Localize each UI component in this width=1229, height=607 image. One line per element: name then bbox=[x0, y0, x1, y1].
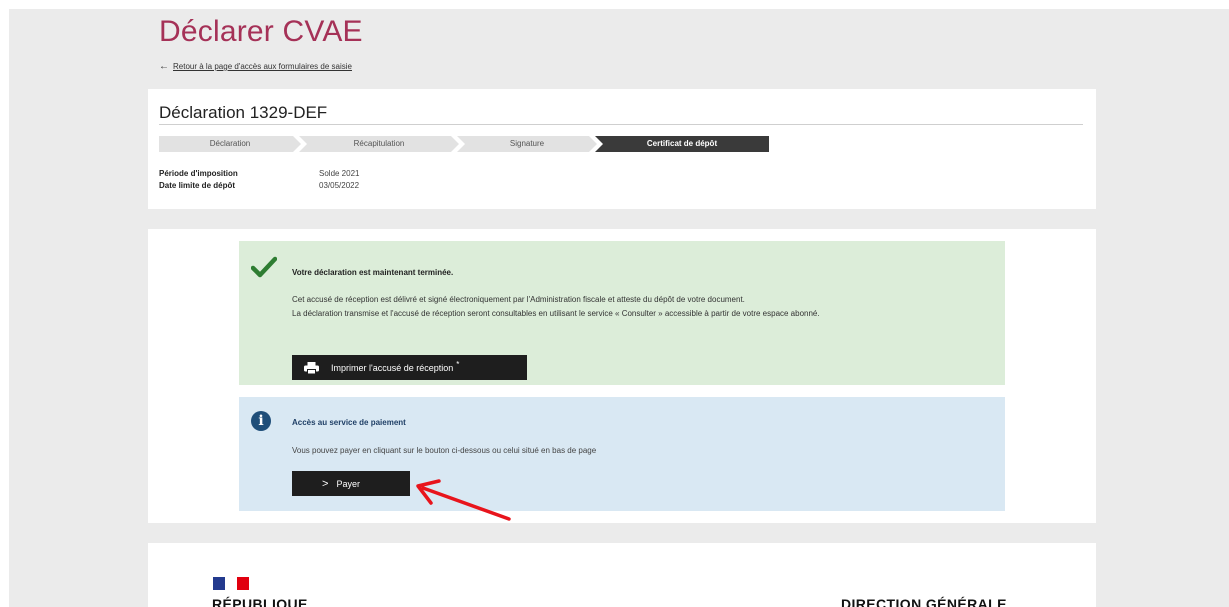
payment-info-panel: i Accès au service de paiement Vous pouv… bbox=[239, 397, 1005, 511]
meta-value-date-limite: 03/05/2022 bbox=[319, 181, 360, 190]
print-receipt-button[interactable]: Imprimer l'accusé de réception * bbox=[292, 355, 527, 380]
stepper: Déclaration Récapitulation Signature Cer… bbox=[159, 136, 769, 152]
printer-icon bbox=[304, 361, 319, 374]
title-divider bbox=[159, 124, 1083, 125]
back-link[interactable]: ← Retour à la page d'accès aux formulaire… bbox=[159, 61, 352, 72]
meta-value-periode: Solde 2021 bbox=[319, 169, 360, 178]
back-link-label[interactable]: Retour à la page d'accès aux formulaires… bbox=[173, 62, 352, 71]
info-icon: i bbox=[251, 411, 271, 431]
republique-text: RÉPUBLIQUE bbox=[212, 596, 308, 607]
check-icon bbox=[251, 256, 277, 278]
step-signature: Signature bbox=[457, 136, 597, 152]
meta-label-date-limite: Date limite de dépôt bbox=[159, 181, 236, 190]
declaration-card: Déclaration 1329-DEF Déclaration Récapit… bbox=[148, 89, 1096, 209]
declaration-title: Déclaration 1329-DEF bbox=[159, 103, 328, 122]
page-canvas: Déclarer CVAE ← Retour à la page d'accès … bbox=[9, 9, 1229, 607]
pay-button[interactable]: > Payer bbox=[292, 471, 410, 496]
required-mark: * bbox=[456, 360, 460, 369]
payment-title: Accès au service de paiement bbox=[292, 418, 406, 427]
page-title: Déclarer CVAE bbox=[159, 15, 363, 48]
arrow-left-icon: ← bbox=[159, 61, 169, 72]
step-certificat-de-depot: Certificat de dépôt bbox=[595, 136, 769, 152]
success-message: Cet accusé de réception est délivré et s… bbox=[292, 293, 992, 321]
step-recapitulation: Récapitulation bbox=[299, 136, 459, 152]
footer-card: RÉPUBLIQUE DIRECTION GÉNÉRALE bbox=[148, 543, 1096, 607]
success-title: Votre déclaration est maintenant terminé… bbox=[292, 268, 454, 277]
pay-button-label: Payer bbox=[336, 478, 360, 489]
success-panel: Votre déclaration est maintenant terminé… bbox=[239, 241, 1005, 385]
step-declaration: Déclaration bbox=[159, 136, 301, 152]
meta-label-periode: Période d'imposition bbox=[159, 169, 238, 178]
marianne-logo bbox=[213, 577, 249, 590]
success-line-1: Cet accusé de réception est délivré et s… bbox=[292, 295, 745, 304]
success-line-2: La déclaration transmise et l'accusé de … bbox=[292, 309, 820, 318]
annotation-arrow-icon bbox=[416, 479, 511, 521]
chevron-right-icon: > bbox=[322, 477, 329, 490]
confirmation-card: Votre déclaration est maintenant terminé… bbox=[148, 229, 1096, 523]
print-receipt-label: Imprimer l'accusé de réception bbox=[331, 362, 454, 373]
payment-text: Vous pouvez payer en cliquant sur le bou… bbox=[292, 446, 597, 455]
direction-generale-text: DIRECTION GÉNÉRALE bbox=[841, 596, 1007, 607]
